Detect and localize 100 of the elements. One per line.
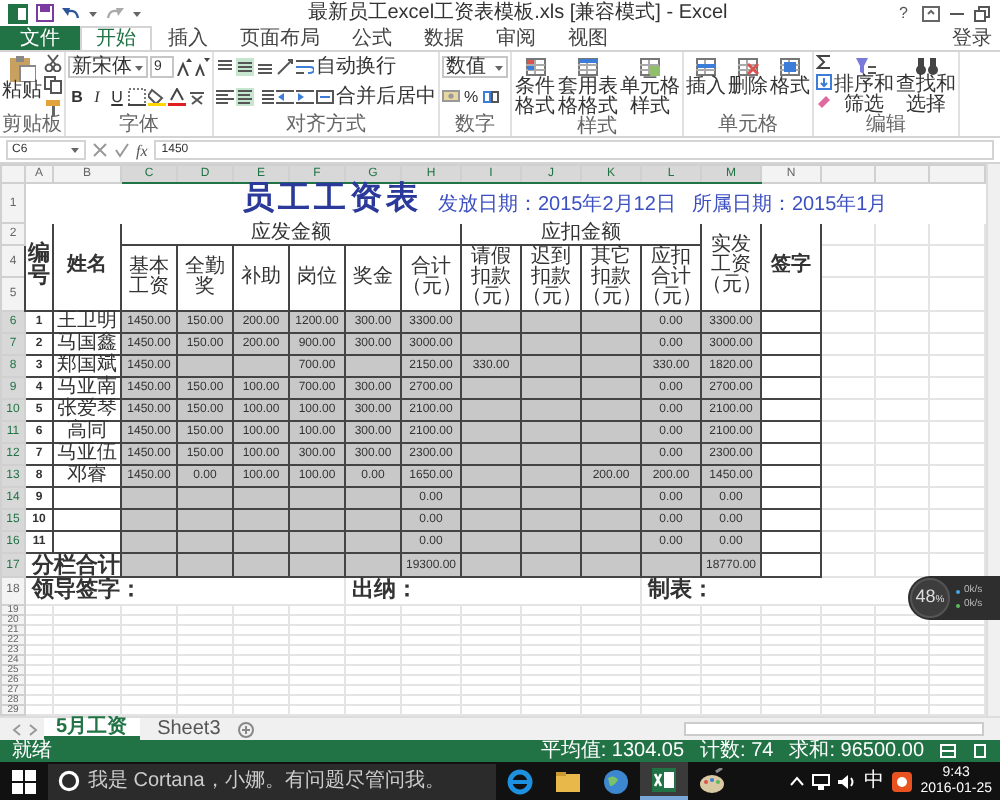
eraser-icon[interactable] (816, 94, 832, 110)
group-label: 样式 (575, 118, 619, 138)
wrap-text-icon (296, 58, 314, 76)
ribbon-tab[interactable]: 视图 (552, 26, 624, 50)
sheet-tab[interactable]: Sheet3 (145, 718, 233, 740)
ribbon-tab[interactable]: 数据 (408, 26, 480, 50)
network-icon[interactable] (812, 773, 831, 789)
ribbon-tab[interactable]: 公式 (336, 26, 408, 50)
header-cell: 请假扣款（元） (461, 245, 521, 310)
align-center-icon[interactable] (236, 88, 254, 106)
taskbar-app-button[interactable] (640, 762, 688, 800)
sum-icon[interactable] (816, 54, 832, 70)
currency-icon[interactable] (442, 88, 460, 106)
usage-value: 48 (915, 588, 936, 606)
ribbon-tab[interactable]: 开始 (80, 26, 152, 50)
border-icon[interactable] (128, 88, 146, 106)
style-button[interactable]: 套用表格格式 (558, 54, 618, 118)
page-layout-icon[interactable] (972, 744, 988, 758)
vertical-scrollbar[interactable] (986, 164, 1000, 716)
shrink-font-icon[interactable] (194, 58, 210, 76)
font-name-field[interactable]: 新宋体 (68, 56, 148, 78)
header-cell: 应扣金额 (461, 223, 701, 246)
header-cell: 签字 (761, 223, 821, 310)
percent-button[interactable]: % (462, 87, 480, 107)
help-button[interactable]: ? (893, 4, 914, 22)
font-color-icon[interactable] (168, 88, 186, 106)
add-sheet-icon[interactable] (238, 721, 255, 737)
group-label: 对齐方式 (284, 116, 368, 136)
spreadsheet-icon (650, 765, 678, 793)
signature-label: 出纳： (345, 577, 641, 605)
group-label: 字体 (117, 116, 161, 136)
editing-button[interactable]: 排序和筛选 (834, 54, 894, 116)
input-method-icon[interactable] (892, 771, 913, 791)
show-hidden-icon[interactable] (790, 776, 805, 786)
align-middle-icon[interactable] (236, 58, 254, 76)
header-cell: 其它扣款（元） (581, 245, 641, 310)
palette-icon (698, 767, 726, 795)
header-cell: 岗位 (289, 245, 345, 310)
ribbon-options-icon[interactable] (922, 5, 940, 21)
align-bottom-icon[interactable] (256, 58, 274, 76)
search-field[interactable]: 我是 Cortana，小娜。有问题尽管问我。 (48, 763, 496, 799)
file-tab[interactable]: 文件 (0, 26, 80, 50)
save-icon[interactable] (36, 4, 54, 22)
number-format-field[interactable]: 数值 (442, 56, 508, 78)
status-text: 计数: 74 (700, 741, 774, 761)
merge-cells-icon (316, 88, 334, 106)
align-left-icon[interactable] (216, 88, 234, 106)
volume-icon[interactable] (838, 773, 857, 789)
bold-button[interactable]: B (68, 87, 86, 107)
folder-icon (554, 767, 582, 795)
restore-icon[interactable] (974, 5, 992, 21)
merge-center-button[interactable]: 合并后居中 (316, 87, 436, 107)
caret-icon (132, 9, 142, 17)
cells-button[interactable]: 删除 (728, 54, 768, 98)
header-cell: 合计（元） (401, 245, 461, 310)
caret-icon (88, 9, 98, 17)
copy-icon[interactable] (44, 76, 62, 94)
decimal-icon[interactable] (482, 88, 500, 106)
ribbon-tab[interactable]: 审阅 (480, 26, 552, 50)
enter-icon[interactable] (114, 142, 130, 158)
status-text: 就绪 (12, 741, 52, 761)
input-method-button[interactable]: 中 (864, 771, 885, 791)
decrease-indent-icon[interactable] (276, 88, 294, 106)
date-label: 发放日期：2015年2月12日 (438, 196, 676, 217)
cells-button[interactable]: 插入 (686, 54, 726, 98)
paste-button[interactable]: 粘贴 (2, 54, 42, 102)
sign-in-link[interactable]: 登录 (952, 26, 992, 50)
header-cell: 基本工资 (121, 245, 177, 310)
cells-button[interactable]: 格式 (770, 54, 810, 98)
underline-button[interactable]: U (108, 87, 126, 107)
paintbrush-icon[interactable] (44, 98, 62, 116)
insert-function-button[interactable]: fx (136, 141, 148, 159)
italic-button[interactable]: I (88, 87, 106, 107)
caret-icon (134, 63, 144, 71)
align-right-icon[interactable] (256, 88, 274, 106)
header-cell: 姓名 (53, 223, 121, 310)
scissors-icon[interactable] (44, 54, 62, 72)
undo-icon[interactable] (62, 5, 80, 21)
fill-color-icon[interactable] (148, 88, 166, 106)
header-cell: 应发金额 (121, 223, 461, 246)
style-button[interactable]: 条件格式 (514, 54, 556, 118)
header-cell: 全勤奖 (177, 245, 233, 310)
cancel-icon[interactable] (92, 142, 108, 158)
style-button[interactable]: 单元格样式 (620, 54, 680, 118)
orientation-icon[interactable] (276, 58, 294, 76)
editing-button[interactable]: 查找和选择 (896, 54, 956, 116)
cortana-icon (58, 770, 80, 792)
ribbon-tab[interactable]: 插入 (152, 26, 224, 50)
align-top-icon[interactable] (216, 58, 234, 76)
header-cell: 应扣合计（元） (641, 245, 701, 310)
grow-font-icon[interactable] (176, 58, 192, 76)
filter-icon (851, 54, 877, 76)
sheet-tab[interactable]: 5月工资 (44, 718, 140, 740)
horizontal-scrollbar[interactable] (684, 722, 984, 736)
normal-view-icon[interactable] (940, 744, 956, 758)
ribbon-tab[interactable]: 页面布局 (224, 26, 336, 50)
header-cell: 迟到扣款（元） (521, 245, 581, 310)
fill-down-icon[interactable] (816, 74, 832, 90)
increase-indent-icon[interactable] (296, 88, 314, 106)
wrap-text-button[interactable]: 自动换行 (296, 57, 396, 77)
